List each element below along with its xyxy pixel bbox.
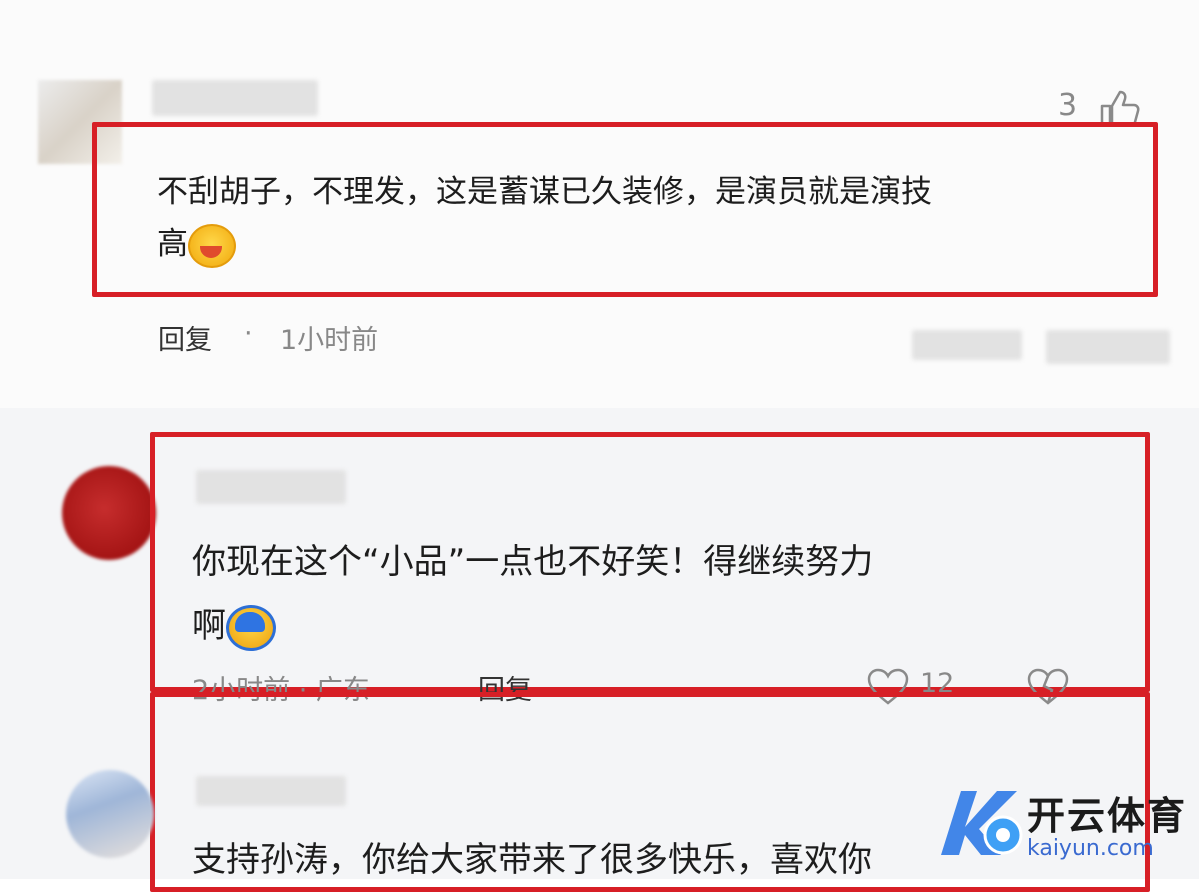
like-count: 3 <box>1058 88 1078 123</box>
blurred-area <box>912 330 1022 360</box>
blurred-area <box>1046 330 1170 364</box>
avatar[interactable] <box>66 770 154 858</box>
avatar[interactable] <box>62 466 156 560</box>
comment-text: 不刮胡子，不理发，这是蓄谋已久装修，是演员就是演技 高 <box>157 166 1157 270</box>
comment-text-line: 高 <box>157 218 1157 270</box>
username-blurred[interactable] <box>196 776 346 806</box>
face-cover-emoji-icon <box>226 604 276 651</box>
comment-text: 你现在这个“小品”一点也不好笑！得继续努力 啊 <box>192 530 1132 658</box>
username-blurred[interactable] <box>152 80 318 116</box>
watermark-logo-icon <box>931 785 1027 861</box>
watermark-title: 开云体育 <box>1026 794 1187 838</box>
comment-text-line: 不刮胡子，不理发，这是蓄谋已久装修，是演员就是演技 <box>157 174 932 210</box>
comment-text-end: 啊 <box>192 606 226 646</box>
separator-dot: · <box>244 318 253 349</box>
comment-text-line: 啊 <box>192 594 1132 658</box>
comment-time: 1小时前 <box>280 325 379 356</box>
comment-text-end: 高 <box>157 226 188 262</box>
watermark: 开云体育 kaiyun.com <box>931 785 1187 861</box>
comment-text-line: 你现在这个“小品”一点也不好笑！得继续努力 <box>192 542 874 582</box>
laughing-crying-emoji-icon <box>188 223 236 268</box>
reply-button[interactable]: 回复 <box>158 318 212 357</box>
